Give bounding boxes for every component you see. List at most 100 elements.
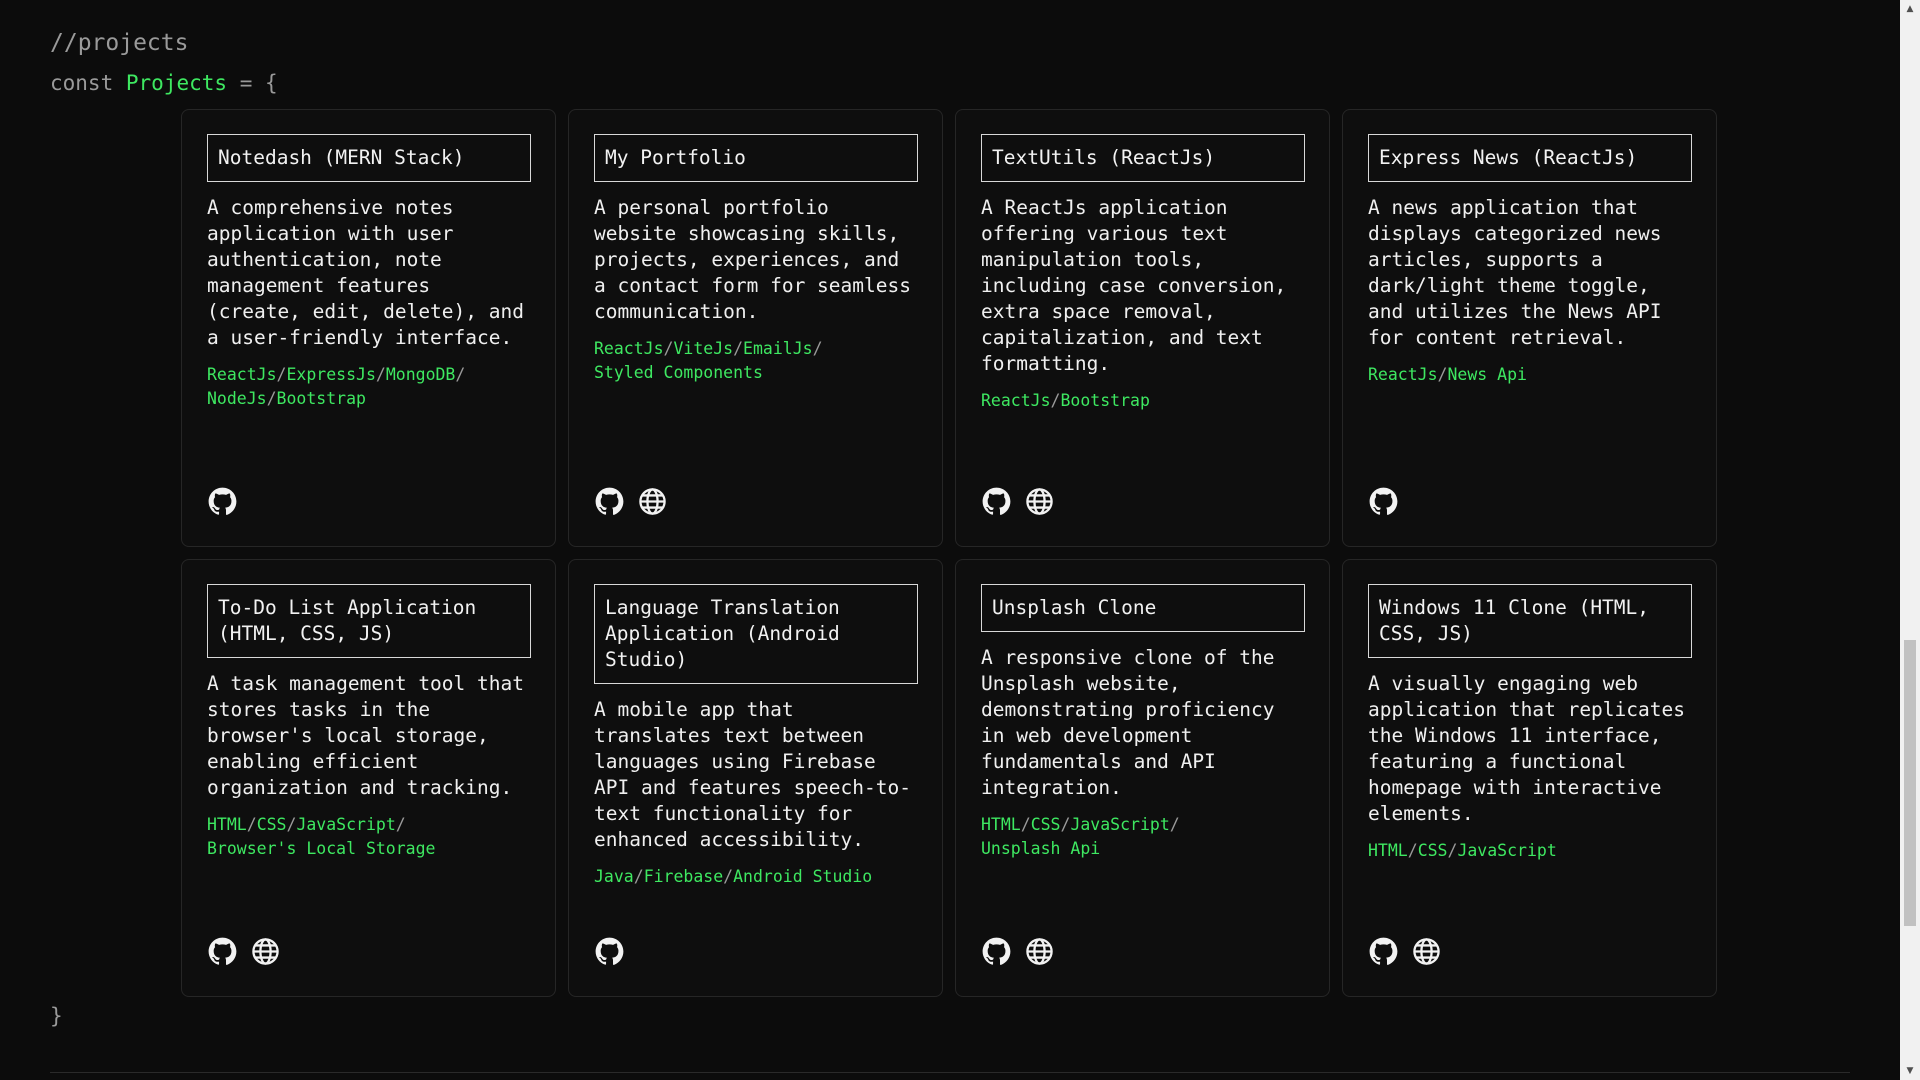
tech-item: ReactJs [594, 339, 664, 358]
tech-line: NodeJs/Bootstrap [207, 387, 531, 411]
github-icon[interactable] [594, 486, 624, 516]
globe-icon[interactable] [637, 486, 667, 516]
project-description: A news application that displays categor… [1368, 196, 1662, 349]
globe-icon[interactable] [1411, 936, 1441, 966]
project-tech-stack: ReactJs/ViteJs/EmailJs/Styled Components [594, 337, 918, 385]
project-card: Windows 11 Clone (HTML, CSS, JS) A visual… [1342, 559, 1717, 997]
github-icon[interactable] [207, 486, 237, 516]
project-title: Unsplash Clone [981, 584, 1305, 632]
tech-item: NodeJs [207, 389, 267, 408]
tech-separator: / [1169, 815, 1180, 834]
project-card: Unsplash Clone A responsive clone of the … [955, 559, 1330, 997]
tech-item: Android Studio [733, 867, 873, 886]
tech-item: Unsplash Api [981, 839, 1101, 858]
tech-separator: / [246, 815, 257, 834]
tech-item: JavaScript [296, 815, 396, 834]
tech-separator: / [1437, 365, 1448, 384]
tech-item: Firebase [643, 867, 724, 886]
tech-line: Styled Components [594, 361, 918, 385]
project-links [594, 936, 624, 966]
project-title: Language Translation Application (Androi… [594, 584, 918, 684]
tech-line: ReactJs/News Api [1368, 363, 1692, 387]
tech-line: ReactJs/ViteJs/EmailJs/ [594, 337, 918, 361]
tech-separator: / [276, 365, 287, 384]
project-description: A comprehensive notes application with u… [207, 196, 524, 349]
tech-item: MongoDB [385, 365, 456, 384]
const-keyword: const [50, 71, 114, 95]
project-card: TextUtils (ReactJs) A ReactJs application… [955, 109, 1330, 547]
github-icon[interactable] [981, 936, 1011, 966]
tech-line: ReactJs/Bootstrap [981, 389, 1305, 413]
scroll-down-arrow[interactable]: ▼ [1900, 1062, 1920, 1080]
tech-item: ReactJs [981, 391, 1051, 410]
project-links [207, 936, 280, 966]
project-links [981, 486, 1054, 516]
project-title: Windows 11 Clone (HTML, CSS, JS) [1368, 584, 1692, 658]
tech-line: HTML/CSS/JavaScript [1368, 839, 1692, 863]
scroll-thumb[interactable] [1904, 639, 1916, 926]
tech-line: HTML/CSS/JavaScript/ [981, 813, 1305, 837]
project-tech-stack: ReactJs/ExpressJs/MongoDB/NodeJs/Bootstr… [207, 363, 531, 411]
tech-item: ViteJs [673, 339, 734, 358]
tech-separator: / [1060, 815, 1071, 834]
project-tech-stack: ReactJs/Bootstrap [981, 389, 1305, 413]
tech-line: Java/Firebase/Android Studio [594, 865, 918, 889]
tech-item: Browser's Local Storage [207, 839, 436, 858]
project-links [981, 936, 1054, 966]
github-icon[interactable] [981, 486, 1011, 516]
project-tech-stack: HTML/CSS/JavaScript/Unsplash Api [981, 813, 1305, 861]
tech-item: HTML [1368, 841, 1408, 860]
project-tech-stack: ReactJs/News Api [1368, 363, 1692, 387]
project-description: A personal portfolio website showcasing … [594, 196, 911, 323]
tech-separator: / [812, 339, 823, 358]
project-title: Express News (ReactJs) [1368, 134, 1692, 182]
project-description: A ReactJs application offering various t… [981, 196, 1287, 375]
tech-item: ReactJs [207, 365, 277, 384]
globe-icon[interactable] [1024, 936, 1054, 966]
github-icon[interactable] [1368, 936, 1398, 966]
tech-separator: / [375, 365, 386, 384]
github-icon[interactable] [1368, 486, 1398, 516]
project-card: Notedash (MERN Stack) A comprehensive not… [181, 109, 556, 547]
tech-separator: / [455, 365, 466, 384]
tech-item: JavaScript [1457, 841, 1557, 860]
assignment-brace: = { [239, 71, 278, 95]
project-card: My Portfolio A personal portfolio website… [568, 109, 943, 547]
tech-item: EmailJs [743, 339, 813, 358]
project-description: A responsive clone of the Unsplash websi… [981, 646, 1275, 799]
tech-item: CSS [1030, 815, 1061, 834]
tech-line: Browser's Local Storage [207, 837, 531, 861]
tech-line: HTML/CSS/JavaScript/ [207, 813, 531, 837]
project-description: A mobile app that translates text betwee… [594, 698, 911, 851]
github-icon[interactable] [207, 936, 237, 966]
project-title: Notedash (MERN Stack) [207, 134, 531, 182]
tech-separator: / [1407, 841, 1418, 860]
tech-item: Java [594, 867, 634, 886]
tech-item: Bootstrap [276, 389, 366, 408]
project-links [1368, 486, 1398, 516]
scroll-up-arrow[interactable]: ▲ [1900, 0, 1920, 18]
tech-separator: / [633, 867, 644, 886]
project-links [594, 486, 667, 516]
tech-separator: / [286, 815, 297, 834]
globe-icon[interactable] [1024, 486, 1054, 516]
project-links [1368, 936, 1441, 966]
github-icon[interactable] [594, 936, 624, 966]
closing-brace: } [50, 1004, 63, 1028]
project-title: TextUtils (ReactJs) [981, 134, 1305, 182]
tech-item: CSS [1417, 841, 1448, 860]
tech-item: HTML [207, 815, 247, 834]
vertical-scrollbar[interactable]: ▲ ▼ [1900, 0, 1920, 1080]
project-title: My Portfolio [594, 134, 918, 182]
tech-line: ReactJs/ExpressJs/MongoDB/ [207, 363, 531, 387]
tech-separator: / [395, 815, 406, 834]
page: //projects const Projects = { Notedash (… [0, 0, 1900, 1080]
tech-separator: / [1447, 841, 1458, 860]
tech-item: Styled Components [594, 363, 763, 382]
tech-separator: / [1050, 391, 1061, 410]
globe-icon[interactable] [250, 936, 280, 966]
tech-separator: / [266, 389, 277, 408]
tech-item: News Api [1447, 365, 1527, 384]
tech-item: CSS [256, 815, 287, 834]
tech-item: JavaScript [1070, 815, 1170, 834]
